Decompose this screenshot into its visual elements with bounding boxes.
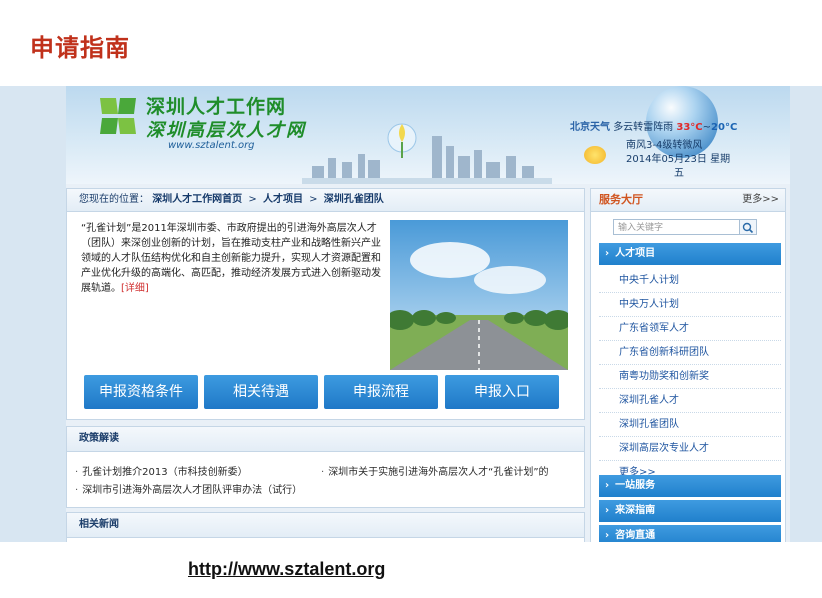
- road-photo-image: [390, 220, 568, 370]
- chevron-right-icon: ›: [605, 248, 610, 259]
- intro-paragraph: “孔雀计划”是2011年深圳市委、市政府提出的引进海外高层次人才（团队）来深创业…: [81, 221, 381, 296]
- category-label: 咨询直通: [615, 530, 656, 541]
- weather-desc: 多云转雷阵雨: [613, 122, 674, 133]
- policy-link[interactable]: 深圳市关于实施引进海外高层次人才“孔雀计划”的: [321, 463, 548, 478]
- sidebar-item[interactable]: 南粤功勋奖和创新奖: [599, 365, 781, 389]
- chevron-right-icon: ›: [605, 480, 610, 491]
- sidebar-item[interactable]: 中央千人计划: [599, 269, 781, 293]
- sidebar-title: 服务大厅: [599, 193, 643, 206]
- city-skyline-image: [302, 123, 552, 184]
- site-banner: 深圳人才工作网 深圳高层次人才网 www.sztalent.org 北京天气 多…: [66, 86, 790, 184]
- slide-title: 申请指南: [30, 34, 130, 62]
- temp-high: 33°C: [676, 122, 703, 133]
- sidebar-item[interactable]: 深圳高层次专业人才: [599, 437, 781, 461]
- sidebar-item[interactable]: 广东省创新科研团队: [599, 341, 781, 365]
- site-logo-url: www.sztalent.org: [168, 140, 255, 151]
- weather-city: 北京天气: [570, 122, 610, 133]
- site-logo-text-2: 深圳高层次人才网: [146, 120, 306, 141]
- current-weekday: 五: [674, 168, 684, 179]
- sidebar-category-guide[interactable]: › 来深指南: [599, 500, 781, 522]
- site-logo-icon: [100, 98, 136, 134]
- search-icon: [742, 222, 754, 234]
- news-panel: 相关新闻: [66, 512, 585, 542]
- benefits-button[interactable]: 相关待遇: [204, 375, 318, 409]
- chevron-right-icon: ›: [605, 505, 610, 516]
- intro-more-link[interactable]: [详细]: [121, 283, 149, 294]
- main-content-panel: 您现在的位置： 深圳人才工作网首页 > 人才项目 > 深圳孔雀团队 “孔雀计划”…: [66, 188, 585, 420]
- service-sidebar: 服务大厅 更多>> 输入关键字 › 人才项目 中央千人计划 中央万人计划 广东省领…: [590, 188, 786, 542]
- site-url-link[interactable]: http://www.sztalent.org: [188, 559, 385, 580]
- policy-title: 政策解读: [67, 427, 584, 452]
- policy-panel: 政策解读 孔雀计划推介2013（市科技创新委） 深圳市关于实施引进海外高层次人才…: [66, 426, 585, 508]
- category-label: 来深指南: [615, 505, 656, 516]
- sidebar-category-consult[interactable]: › 咨询直通: [599, 525, 781, 542]
- temp-low: 20°C: [711, 122, 738, 133]
- sidebar-item[interactable]: 深圳孔雀团队: [599, 413, 781, 437]
- category-label: 一站服务: [615, 480, 656, 491]
- sidebar-item[interactable]: 中央万人计划: [599, 293, 781, 317]
- breadcrumb-talent-projects[interactable]: 人才项目: [263, 194, 303, 205]
- website-screenshot: 深圳人才工作网 深圳高层次人才网 www.sztalent.org 北京天气 多…: [0, 86, 822, 542]
- sidebar-item[interactable]: 广东省领军人才: [599, 317, 781, 341]
- policy-link[interactable]: 深圳市引进海外高层次人才团队评审办法（试行）: [75, 481, 302, 496]
- breadcrumb-peacock-team[interactable]: 深圳孔雀团队: [324, 194, 384, 205]
- temp-separator: ~: [702, 122, 712, 133]
- search-input[interactable]: 输入关键字: [613, 219, 753, 235]
- breadcrumb-separator: >: [309, 194, 318, 205]
- category-label: 人才项目: [615, 248, 656, 259]
- apply-entry-button[interactable]: 申报入口: [445, 375, 559, 409]
- policy-link[interactable]: 孔雀计划推介2013（市科技创新委）: [75, 463, 247, 478]
- process-button[interactable]: 申报流程: [324, 375, 438, 409]
- sidebar-more-link[interactable]: 更多>>: [742, 189, 779, 211]
- sidebar-header: 服务大厅 更多>>: [591, 189, 785, 212]
- current-date: 2014年05月23日 星期: [626, 154, 731, 165]
- search-button[interactable]: [739, 219, 757, 235]
- website: 深圳人才工作网 深圳高层次人才网 www.sztalent.org 北京天气 多…: [66, 86, 790, 542]
- breadcrumb-prefix: 您现在的位置：: [79, 194, 149, 205]
- sidebar-category-talent-projects[interactable]: › 人才项目: [599, 243, 781, 265]
- chevron-right-icon: ›: [605, 530, 610, 541]
- weather-sun-icon: [584, 146, 606, 164]
- breadcrumb: 您现在的位置： 深圳人才工作网首页 > 人才项目 > 深圳孔雀团队: [67, 189, 584, 212]
- eligibility-button[interactable]: 申报资格条件: [84, 375, 198, 409]
- news-title: 相关新闻: [67, 513, 584, 538]
- breadcrumb-separator: >: [248, 194, 257, 205]
- sidebar-sublist: 中央千人计划 中央万人计划 广东省领军人才 广东省创新科研团队 南粤功勋奖和创新…: [599, 269, 781, 484]
- site-logo-text: 深圳人才工作网: [146, 96, 287, 118]
- breadcrumb-home[interactable]: 深圳人才工作网首页: [152, 194, 242, 205]
- sidebar-category-one-stop[interactable]: › 一站服务: [599, 475, 781, 497]
- sidebar-item[interactable]: 深圳孔雀人才: [599, 389, 781, 413]
- weather-wind: 南风3-4级转微风: [626, 140, 703, 151]
